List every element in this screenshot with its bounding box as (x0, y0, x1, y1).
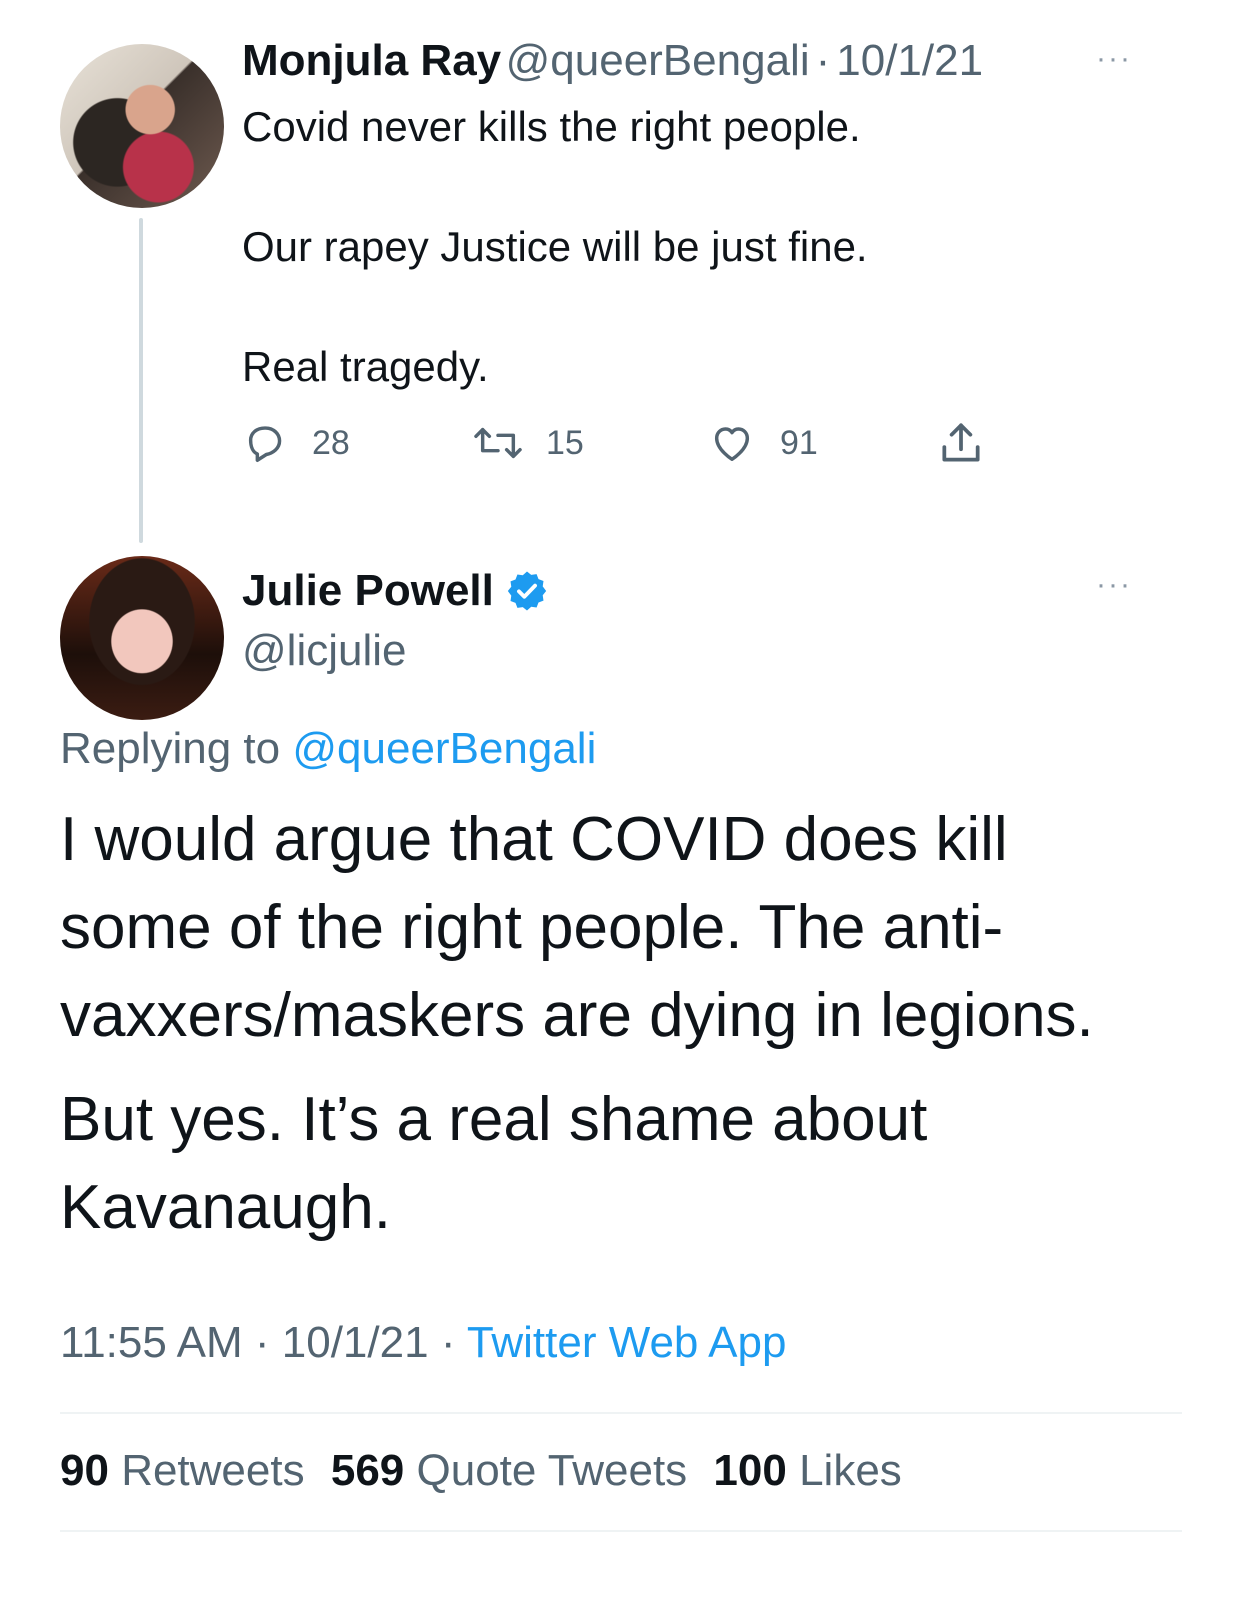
parent-tweet-header: Monjula Ray @queerBengali · 10/1/21 (242, 36, 983, 86)
parent-tweet-date[interactable]: 10/1/21 (836, 36, 983, 85)
like-count: 91 (780, 423, 818, 462)
retweets-value: 90 (60, 1446, 109, 1495)
tweet-date[interactable]: 10/1/21 (282, 1318, 429, 1367)
parent-author-handle[interactable]: @queerBengali (506, 36, 810, 85)
thread-connector-line (139, 218, 143, 543)
avatar-julie-powell[interactable] (60, 556, 224, 720)
reply-action[interactable]: 28 (242, 420, 350, 466)
likes-label: Likes (799, 1446, 902, 1495)
reply-count: 28 (312, 423, 350, 462)
parent-tweet-line-2: Our rapey Justice will be just fine. (242, 223, 868, 270)
main-tweet-line-3: vaxxers/maskers are dying in legions. (60, 981, 1094, 1050)
retweet-icon (470, 420, 526, 466)
tweet-time[interactable]: 11:55 AM (60, 1318, 243, 1367)
main-author-row: Julie Powell (242, 566, 550, 616)
avatar-monjula-ray[interactable] (60, 44, 224, 208)
main-tweet-line-1: I would argue that COVID does kill (60, 805, 1008, 874)
replying-to-label: Replying to (60, 724, 281, 773)
main-author-handle[interactable]: @licjulie (242, 626, 406, 676)
quote-tweets-label: Quote Tweets (416, 1446, 688, 1495)
main-tweet-line-2: some of the right people. The anti- (60, 893, 1004, 962)
header-separator: · (815, 36, 831, 85)
tweet-timestamp-row: 11:55 AM · 10/1/21 · Twitter Web App (60, 1318, 786, 1368)
retweets-label: Retweets (121, 1446, 305, 1495)
retweets-stat[interactable]: 90 Retweets (60, 1446, 305, 1495)
share-icon[interactable] (936, 418, 986, 468)
main-tweet-line-5: Kavanaugh. (60, 1173, 391, 1242)
main-author-name[interactable]: Julie Powell (242, 566, 494, 616)
likes-stat[interactable]: 100 Likes (713, 1446, 901, 1495)
quote-tweets-value: 569 (330, 1446, 405, 1495)
timestamp-separator-1: · (254, 1318, 270, 1367)
retweet-action[interactable]: 15 (470, 420, 584, 466)
main-more-options-icon[interactable]: ··· (1096, 568, 1132, 602)
divider-bottom (60, 1530, 1182, 1532)
tweet-source-link[interactable]: Twitter Web App (467, 1318, 787, 1367)
parent-tweet-line-3: Real tragedy. (242, 343, 489, 390)
parent-tweet-line-1: Covid never kills the right people. (242, 103, 861, 150)
replying-to-line: Replying to @queerBengali (60, 724, 596, 774)
timestamp-separator-2: · (440, 1318, 456, 1367)
heart-icon (708, 420, 756, 466)
divider-top (60, 1412, 1182, 1414)
retweet-count: 15 (546, 423, 584, 462)
parent-more-options-icon[interactable]: ··· (1096, 42, 1132, 76)
main-tweet-line-4: But yes. It’s a real shame about (60, 1085, 928, 1154)
replying-to-handle-link[interactable]: @queerBengali (292, 724, 596, 773)
likes-value: 100 (713, 1446, 787, 1495)
reply-icon (242, 420, 288, 466)
parent-author-name[interactable]: Monjula Ray (242, 36, 501, 85)
like-action[interactable]: 91 (708, 420, 818, 466)
verified-badge-icon (504, 568, 550, 614)
quote-tweets-stat[interactable]: 569 Quote Tweets (331, 1446, 687, 1495)
engagement-stats: 90 Retweets 569 Quote Tweets 100 Likes (60, 1446, 902, 1496)
